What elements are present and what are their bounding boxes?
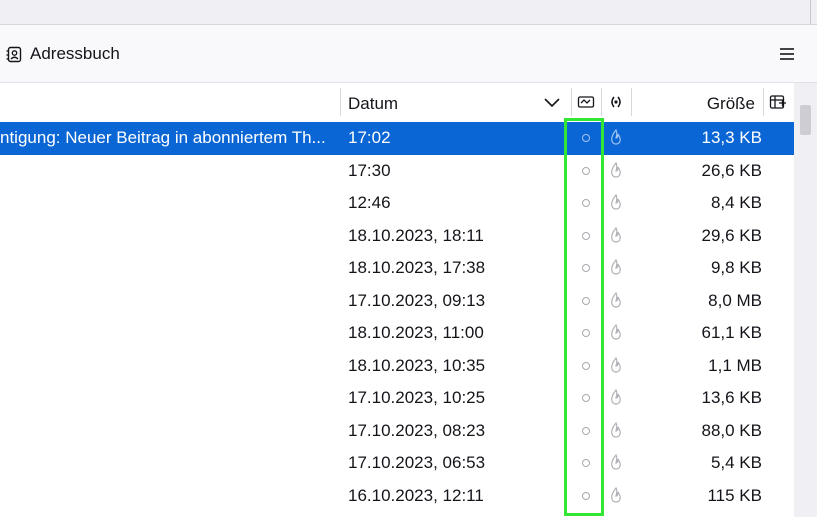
junk-status-icon[interactable] <box>578 155 594 188</box>
message-date: 18.10.2023, 11:00 <box>348 323 484 342</box>
message-date: 17:30 <box>348 160 391 180</box>
message-size: 88,0 KB <box>701 420 763 440</box>
junk-status-icon[interactable] <box>578 122 594 155</box>
junk-status-icon[interactable] <box>578 350 594 383</box>
thread-icon[interactable] <box>607 480 625 513</box>
message-row[interactable]: 12:46 8,4 KB <box>0 187 794 220</box>
thread-icon[interactable] <box>607 382 625 415</box>
message-subject <box>0 220 338 253</box>
date-column-header[interactable]: Datum <box>348 94 398 114</box>
thread-icon[interactable] <box>607 350 625 383</box>
message-subject <box>0 252 338 285</box>
message-row[interactable]: 17.10.2023, 09:13 8,0 MB <box>0 285 794 318</box>
message-list[interactable]: ntigung: Neuer Beitrag in abonniertem Th… <box>0 122 794 517</box>
message-subject <box>0 382 338 415</box>
addressbook-button-label[interactable]: Adressbuch <box>30 44 120 64</box>
column-picker-icon[interactable] <box>769 94 787 110</box>
thread-icon[interactable] <box>607 252 625 285</box>
message-subject <box>0 415 338 448</box>
message-row[interactable]: 17.10.2023, 10:25 13,6 KB <box>0 382 794 415</box>
message-date: 16.10.2023, 12:11 <box>348 485 484 505</box>
message-size: 13,3 KB <box>701 128 763 147</box>
junk-status-icon[interactable] <box>578 252 594 285</box>
message-size: 61,1 KB <box>701 323 763 342</box>
thread-icon[interactable] <box>607 447 625 480</box>
message-size: 9,8 KB <box>710 258 762 277</box>
junk-status-icon[interactable] <box>578 220 594 253</box>
scrollbar-thumb[interactable] <box>800 105 811 135</box>
message-size: 1,1 MB <box>708 355 762 375</box>
message-size: 5,4 KB <box>710 453 762 472</box>
message-row[interactable]: 16.10.2023, 12:11 115 KB <box>0 480 794 513</box>
message-subject <box>0 317 338 350</box>
thread-icon[interactable] <box>607 122 625 155</box>
message-subject: ntigung: Neuer Beitrag in abonniertem Th… <box>0 128 326 147</box>
message-size: 8,0 MB <box>708 290 762 310</box>
message-date: 17.10.2023, 08:23 <box>348 420 486 440</box>
junk-status-icon[interactable] <box>577 94 595 110</box>
message-subject <box>0 480 338 513</box>
junk-status-icon[interactable] <box>578 187 594 220</box>
thread-icon[interactable] <box>607 220 625 253</box>
column-divider[interactable] <box>763 88 764 116</box>
message-date: 17.10.2023, 06:53 <box>348 453 486 472</box>
message-row[interactable]: 18.10.2023, 17:38 9,8 KB <box>0 252 794 285</box>
message-row[interactable]: 17.10.2023, 08:23 88,0 KB <box>0 415 794 448</box>
message-row[interactable]: 17.10.2023, 06:53 5,4 KB <box>0 447 794 480</box>
size-column-header[interactable]: Größe <box>707 94 755 114</box>
thread-icon[interactable] <box>607 155 625 188</box>
thread-icon[interactable] <box>607 317 625 350</box>
message-size: 115 KB <box>707 485 762 505</box>
junk-status-icon[interactable] <box>578 285 594 318</box>
thread-icon[interactable] <box>607 415 625 448</box>
chevron-down-icon[interactable] <box>543 96 561 108</box>
message-row[interactable]: ntigung: Neuer Beitrag in abonniertem Th… <box>0 122 794 155</box>
mail-toolbar <box>0 25 817 83</box>
message-size: 13,6 KB <box>701 388 763 407</box>
message-date: 12:46 <box>348 193 391 212</box>
column-divider[interactable] <box>631 88 632 116</box>
message-row[interactable]: 18.10.2023, 18:11 29,6 KB <box>0 220 794 253</box>
junk-status-icon[interactable] <box>578 415 594 448</box>
message-subject <box>0 350 338 383</box>
address-book-icon[interactable] <box>6 46 23 63</box>
junk-status-icon[interactable] <box>578 382 594 415</box>
scrollbar[interactable] <box>794 83 817 517</box>
junk-status-icon[interactable] <box>578 447 594 480</box>
column-divider[interactable] <box>571 88 572 116</box>
message-size: 29,6 KB <box>701 225 763 245</box>
column-divider[interactable] <box>340 88 341 116</box>
message-date: 17.10.2023, 09:13 <box>348 290 486 310</box>
message-row[interactable]: 17:30 26,6 KB <box>0 155 794 188</box>
message-date: 18.10.2023, 17:38 <box>348 258 486 277</box>
message-row[interactable]: 18.10.2023, 10:35 1,1 MB <box>0 350 794 383</box>
message-subject <box>0 155 338 188</box>
thread-icon[interactable] <box>607 94 625 110</box>
message-date: 18.10.2023, 10:35 <box>348 355 486 375</box>
message-size: 8,4 KB <box>710 193 762 212</box>
thread-icon[interactable] <box>607 187 625 220</box>
window-top-divider <box>810 0 817 24</box>
column-header-bar <box>0 83 817 123</box>
junk-status-icon[interactable] <box>578 317 594 350</box>
message-row[interactable]: 18.10.2023, 11:00 61,1 KB <box>0 317 794 350</box>
column-divider[interactable] <box>601 88 602 116</box>
thread-icon[interactable] <box>607 285 625 318</box>
message-subject <box>0 187 338 220</box>
message-date: 18.10.2023, 18:11 <box>348 225 484 245</box>
junk-status-icon[interactable] <box>578 480 594 513</box>
hamburger-menu-icon[interactable] <box>778 46 796 62</box>
message-date: 17.10.2023, 10:25 <box>348 388 486 407</box>
message-subject <box>0 447 338 480</box>
message-size: 26,6 KB <box>701 160 763 180</box>
message-date: 17:02 <box>348 128 391 147</box>
message-subject <box>0 285 338 318</box>
window-top-strip <box>0 0 817 25</box>
